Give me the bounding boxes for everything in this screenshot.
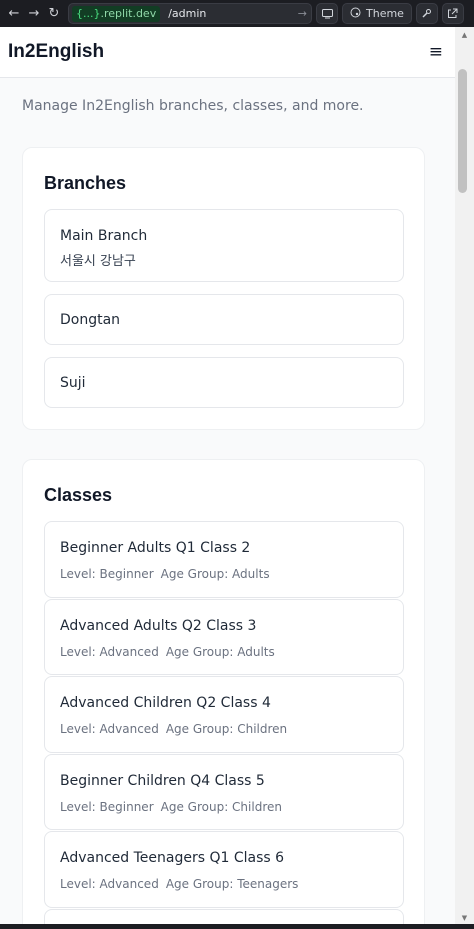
page-viewport: In2English ≡ Admin Dashboard Manage In2E… xyxy=(0,27,455,924)
reload-icon[interactable]: ↻ xyxy=(44,4,64,24)
class-item[interactable]: Advanced Children Q2 Class 4 Level: Adva… xyxy=(44,676,404,753)
scroll-thumb[interactable] xyxy=(458,69,467,193)
branch-item[interactable]: Suji xyxy=(44,357,404,408)
window-bottom-edge xyxy=(0,924,474,929)
class-name: Beginner Children Q4 Class 5 xyxy=(60,773,265,789)
branches-card: Branches Main Branch 서울시 강남구 Dongtan Suj… xyxy=(22,147,425,430)
hamburger-menu-icon[interactable]: ≡ xyxy=(429,42,443,62)
branch-name: Dongtan xyxy=(60,312,121,328)
url-path[interactable]: /admin xyxy=(168,7,298,20)
scroll-up-arrow-icon[interactable]: ▲ xyxy=(455,31,474,39)
branch-name: Suji xyxy=(60,375,86,391)
branch-name: Main Branch xyxy=(60,228,148,244)
go-arrow-icon[interactable]: → xyxy=(298,7,307,20)
classes-card: Classes Beginner Adults Q1 Class 2 Level… xyxy=(22,459,425,924)
palette-icon xyxy=(350,7,361,21)
class-level: Level: Beginner xyxy=(60,800,154,814)
class-item[interactable] xyxy=(44,909,404,924)
class-name: Advanced Children Q2 Class 4 xyxy=(60,695,271,711)
site-header: In2English ≡ xyxy=(0,27,455,78)
domain-suffix: .replit.dev xyxy=(100,7,157,20)
site-logo[interactable]: In2English xyxy=(8,41,104,63)
branch-address: 서울시 강남구 xyxy=(60,254,136,269)
domain-prefix: {...} xyxy=(76,7,101,20)
class-item[interactable]: Advanced Teenagers Q1 Class 6 Level: Adv… xyxy=(44,831,404,908)
class-level: Level: Advanced xyxy=(60,645,159,659)
class-level: Level: Beginner xyxy=(60,567,154,581)
classes-heading: Classes xyxy=(44,485,113,505)
address-bar[interactable]: {...} .replit.dev /admin → xyxy=(68,3,312,24)
page-subtitle: Manage In2English branches, classes, and… xyxy=(22,98,364,114)
class-name: Advanced Adults Q2 Class 3 xyxy=(60,618,257,634)
forward-icon[interactable]: → xyxy=(24,4,44,24)
class-name: Beginner Adults Q1 Class 2 xyxy=(60,540,251,556)
branches-heading: Branches xyxy=(44,173,127,193)
scroll-down-arrow-icon[interactable]: ▼ xyxy=(455,914,474,922)
class-level: Level: Advanced xyxy=(60,722,159,736)
theme-button[interactable]: Theme xyxy=(342,3,412,24)
class-age-group: Age Group: Children xyxy=(165,722,288,736)
theme-label: Theme xyxy=(366,7,404,20)
browser-toolbar: ← → ↻ {...} .replit.dev /admin → Theme xyxy=(0,0,474,27)
device-preview-icon[interactable] xyxy=(316,3,338,24)
wrench-icon[interactable] xyxy=(415,3,438,24)
class-age-group: Age Group: Adults xyxy=(165,645,275,659)
class-age-group: Age Group: Children xyxy=(160,800,282,814)
page-scrollbar[interactable]: ▲ ▼ xyxy=(455,27,474,924)
class-item[interactable]: Beginner Children Q4 Class 5 Level: Begi… xyxy=(44,754,404,830)
class-name: Advanced Teenagers Q1 Class 6 xyxy=(60,850,285,866)
class-level: Level: Advanced xyxy=(60,877,159,891)
branch-item[interactable]: Main Branch 서울시 강남구 xyxy=(44,209,404,282)
class-item[interactable]: Beginner Adults Q1 Class 2 Level: Beginn… xyxy=(44,521,404,598)
class-item[interactable]: Advanced Adults Q2 Class 3 Level: Advanc… xyxy=(44,599,404,675)
open-external-icon[interactable] xyxy=(441,3,464,24)
domain-chip: {...} .replit.dev xyxy=(72,5,161,22)
back-icon[interactable]: ← xyxy=(4,4,24,24)
branch-item[interactable]: Dongtan xyxy=(44,294,404,345)
class-age-group: Age Group: Teenagers xyxy=(165,877,299,891)
class-age-group: Age Group: Adults xyxy=(160,567,270,581)
